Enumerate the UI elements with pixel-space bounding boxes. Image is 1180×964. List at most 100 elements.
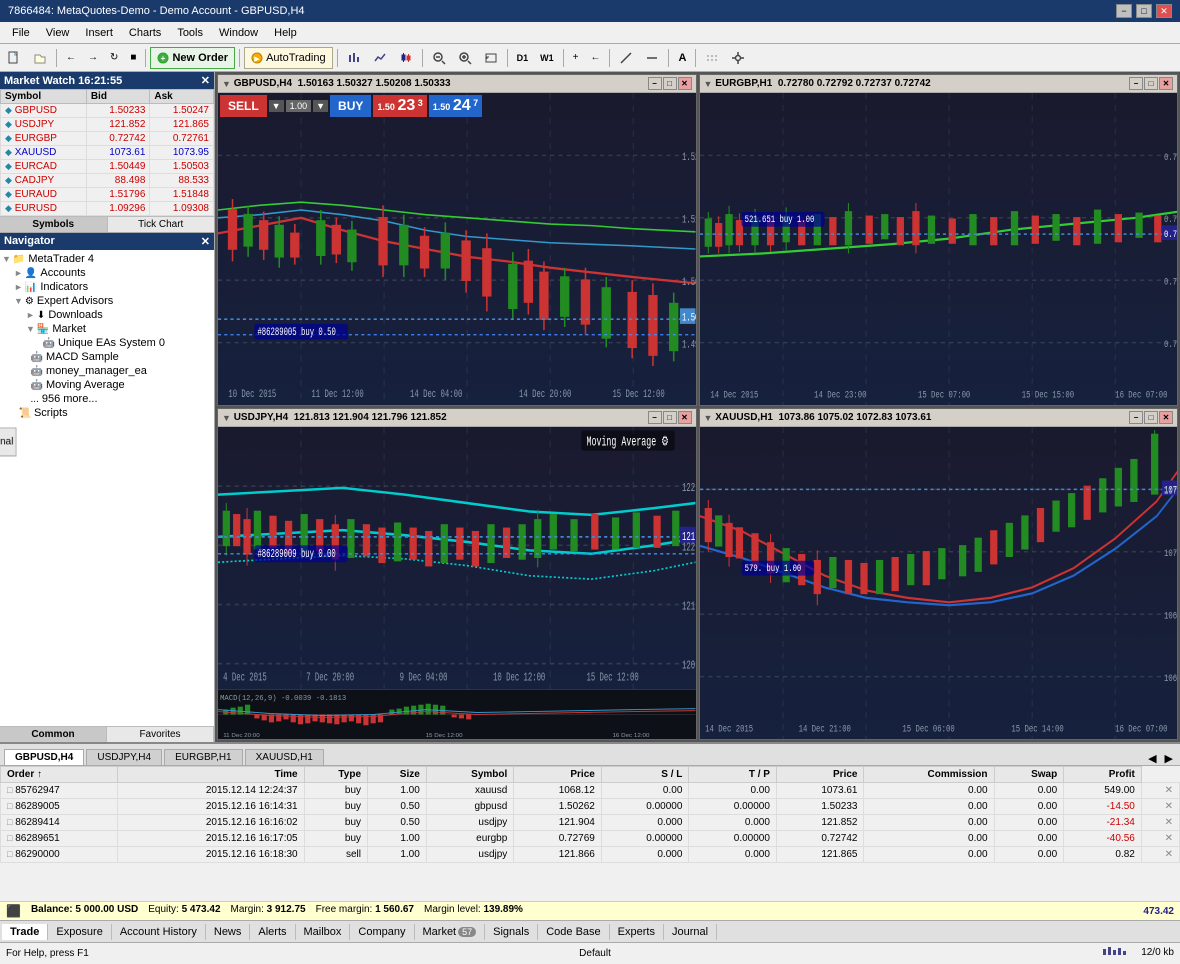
nav-item-indicators[interactable]: ► 📊 Indicators (2, 280, 212, 294)
new-order-button[interactable]: + New Order (150, 47, 235, 69)
chart-usdjpy-close[interactable]: ✕ (678, 411, 692, 424)
col-profit[interactable]: Profit (1064, 767, 1142, 783)
orders-area[interactable]: Order ↑ Time Type Size Symbol Price S / … (0, 766, 1180, 901)
tb-back[interactable]: ← (61, 47, 81, 69)
nav-tab-common[interactable]: Common (0, 727, 107, 742)
chart-tab-xauusd[interactable]: XAUUSD,H1 (245, 749, 324, 765)
nav-item-macd-sample[interactable]: 🤖 MACD Sample (2, 350, 212, 364)
col-type[interactable]: Type (304, 767, 367, 783)
lot-dropdown[interactable]: ▼ (313, 100, 328, 112)
col-order[interactable]: Order ↑ (1, 767, 118, 783)
chart-eurgbp-body[interactable]: 0.727 0.730 0.728 0.723 0.721 14 Dec 201… (700, 93, 1178, 405)
nav-market[interactable]: Market57 (415, 924, 486, 940)
market-watch-close[interactable]: ✕ (201, 74, 210, 87)
market-watch-row[interactable]: ◆ XAUUSD 1073.61 1073.95 (1, 146, 214, 160)
market-watch-row[interactable]: ◆ USDJPY 121.852 121.865 (1, 118, 214, 132)
chart-eurgbp-minimize[interactable]: − (1129, 77, 1143, 90)
nav-item-market[interactable]: ▼ 🏪 Market (2, 322, 212, 336)
order-row[interactable]: □ 86290000 2015.12.16 16:18:30 sell 1.00… (1, 847, 1180, 863)
col-commission[interactable]: Commission (864, 767, 994, 783)
col-price[interactable]: Price (514, 767, 602, 783)
chart-xauusd-close[interactable]: ✕ (1159, 411, 1173, 424)
chart-xauusd-maximize[interactable]: □ (1144, 411, 1158, 424)
col-size[interactable]: Size (368, 767, 427, 783)
tb-zoom-out[interactable] (427, 47, 451, 69)
tb-forward[interactable]: → (83, 47, 103, 69)
tb-settings[interactable] (726, 47, 750, 69)
chart-xauusd-body[interactable]: 1072. 1075.7 1072.3 1068.9 1065.4 579. b… (700, 427, 1178, 739)
market-watch-row[interactable]: ◆ CADJPY 88.498 88.533 (1, 174, 214, 188)
minimize-button[interactable]: − (1116, 4, 1132, 18)
sell-dropdown[interactable]: ▼ (269, 100, 284, 112)
mw-tab-tickchart[interactable]: Tick Chart (108, 217, 215, 232)
nav-item-accounts[interactable]: ► 👤 Accounts (2, 266, 212, 280)
chart-tab-usdjpy[interactable]: USDJPY,H4 (86, 749, 162, 765)
gbpusd-sell-button[interactable]: SELL (220, 95, 267, 117)
nav-item-expert-advisors[interactable]: ▼ ⚙ Expert Advisors (2, 294, 212, 308)
mw-tab-symbols[interactable]: Symbols (0, 217, 108, 232)
tb-new[interactable] (2, 47, 26, 69)
maximize-button[interactable]: □ (1136, 4, 1152, 18)
chart-usdjpy-maximize[interactable]: □ (663, 411, 677, 424)
menu-tools[interactable]: Tools (169, 25, 211, 41)
nav-company[interactable]: Company (350, 924, 414, 940)
menu-view[interactable]: View (38, 25, 78, 41)
tb-zoom-in[interactable] (453, 47, 477, 69)
tb-refresh[interactable]: ↻ (105, 47, 123, 69)
chart-tabs-scroll-left[interactable]: ◀ (1145, 752, 1159, 765)
order-close-btn[interactable]: ✕ (1165, 817, 1173, 828)
nav-item-956-more...[interactable]: ... 956 more... (2, 392, 212, 406)
tb-period-d1[interactable]: D1 (512, 47, 534, 69)
chart-tab-eurgbp[interactable]: EURGBP,H1 (164, 749, 243, 765)
order-close-btn[interactable]: ✕ (1165, 849, 1173, 860)
chart-eurgbp-close[interactable]: ✕ (1159, 77, 1173, 90)
nav-codebase[interactable]: Code Base (538, 924, 609, 940)
chart-usdjpy-body[interactable]: 121.8 122.9 122.1 121.2 120.3 #86289009 … (218, 427, 696, 739)
tb-arrow[interactable]: ← (585, 47, 605, 69)
chart-tabs-scroll-right[interactable]: ▶ (1162, 752, 1176, 765)
col-sl[interactable]: S / L (601, 767, 689, 783)
tb-candle-chart[interactable] (394, 47, 418, 69)
nav-item-moving-average[interactable]: 🤖 Moving Average (2, 378, 212, 392)
tb-hline[interactable] (640, 47, 664, 69)
autotrading-button[interactable]: ▶ AutoTrading (244, 47, 333, 69)
nav-exposure[interactable]: Exposure (48, 924, 111, 940)
nav-tab-favorites[interactable]: Favorites (107, 727, 214, 742)
nav-experts[interactable]: Experts (610, 924, 664, 940)
order-row[interactable]: □ 85762947 2015.12.14 12:24:37 buy 1.00 … (1, 783, 1180, 799)
tb-levels[interactable] (700, 47, 724, 69)
nav-account-history[interactable]: Account History (112, 924, 206, 940)
order-close-btn[interactable]: ✕ (1165, 833, 1173, 844)
order-close-btn[interactable]: ✕ (1165, 801, 1173, 812)
chart-gbpusd-body[interactable]: 1.502 1.521 1.519 1.509 1.499 10 Dec 201… (218, 93, 696, 405)
terminal-tab[interactable]: Terminal (0, 427, 16, 456)
menu-file[interactable]: File (4, 25, 38, 41)
nav-mailbox[interactable]: Mailbox (296, 924, 351, 940)
order-row[interactable]: □ 86289651 2015.12.16 16:17:05 buy 1.00 … (1, 831, 1180, 847)
market-watch-row[interactable]: ◆ EURGBP 0.72742 0.72761 (1, 132, 214, 146)
order-close-btn[interactable]: ✕ (1165, 785, 1173, 796)
menu-insert[interactable]: Insert (77, 25, 121, 41)
market-watch-row[interactable]: ◆ EURCAD 1.50449 1.50503 (1, 160, 214, 174)
nav-item-scripts[interactable]: 📜 Scripts (2, 406, 212, 420)
chart-tab-gbpusd[interactable]: GBPUSD,H4 (4, 749, 84, 765)
tb-stop[interactable]: ■ (125, 47, 141, 69)
tb-line[interactable] (614, 47, 638, 69)
chart-eurgbp-maximize[interactable]: □ (1144, 77, 1158, 90)
col-symbol[interactable]: Symbol (426, 767, 513, 783)
nav-item-money_manager_ea[interactable]: 🤖 money_manager_ea (2, 364, 212, 378)
gbpusd-buy-button[interactable]: BUY (330, 95, 371, 117)
col-swap[interactable]: Swap (994, 767, 1064, 783)
tb-crosshair[interactable]: + (568, 47, 584, 69)
order-row[interactable]: □ 86289414 2015.12.16 16:16:02 buy 0.50 … (1, 815, 1180, 831)
nav-trade[interactable]: Trade (2, 924, 48, 940)
tb-text[interactable]: A (673, 47, 691, 69)
menu-help[interactable]: Help (266, 25, 305, 41)
nav-item-metatrader-4[interactable]: ▼ 📁 MetaTrader 4 (2, 252, 212, 266)
chart-gbpusd-minimize[interactable]: − (648, 77, 662, 90)
nav-journal[interactable]: Journal (664, 924, 717, 940)
market-watch-row[interactable]: ◆ EURAUD 1.51796 1.51848 (1, 188, 214, 202)
market-watch-row[interactable]: ◆ GBPUSD 1.50233 1.50247 (1, 104, 214, 118)
menu-window[interactable]: Window (211, 25, 266, 41)
tb-open[interactable] (28, 47, 52, 69)
